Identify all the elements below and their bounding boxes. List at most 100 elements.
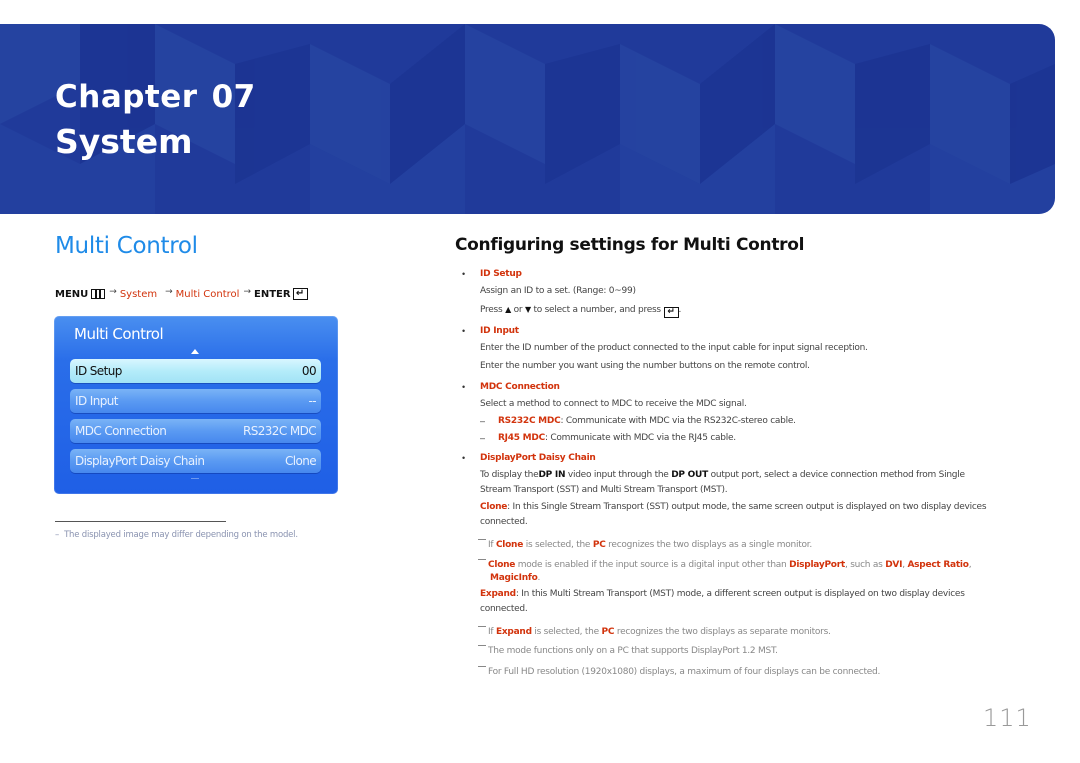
osd-item-displayport-daisy-chain[interactable]: DisplayPort Daisy Chain Clone bbox=[70, 449, 321, 473]
text: To display the bbox=[480, 470, 539, 480]
option-desc: : Communicate with MDC via the RS232C-st… bbox=[560, 416, 796, 426]
footnote-divider bbox=[55, 521, 226, 522]
note-icon bbox=[478, 626, 486, 627]
arrow-icon: → bbox=[165, 287, 173, 297]
text: The mode functions only on a PC that sup… bbox=[488, 646, 778, 656]
note-expand-separate: If Expand is selected, the PC recognizes… bbox=[478, 626, 831, 637]
text: output port, select a device connection … bbox=[708, 470, 965, 480]
footnote-dash: – bbox=[55, 530, 60, 540]
text: If bbox=[488, 627, 496, 637]
dp-out-label: DP OUT bbox=[671, 470, 709, 480]
clone-label: Clone bbox=[480, 502, 508, 512]
text: DisplayPort bbox=[789, 560, 845, 570]
menu-breadcrumb: MENU → System → Multi Control → ENTER ↵ bbox=[55, 287, 308, 300]
text: : In this Single Stream Transport (SST) … bbox=[507, 502, 987, 512]
osd-menu-panel: Multi Control ID Setup 00 ID Input -- MD… bbox=[54, 316, 338, 494]
clone-desc: Clone: In this Single Stream Transport (… bbox=[480, 502, 987, 512]
text: is selected, the bbox=[531, 627, 602, 637]
text: to select a number, and press bbox=[533, 305, 661, 315]
id-setup-instructions: Press ▲ or ▼ to select a number, and pre… bbox=[480, 305, 682, 318]
chapter-banner: Chapter 07 System bbox=[0, 24, 1055, 214]
text: Clone bbox=[495, 540, 524, 550]
id-input-desc-1: Enter the ID number of the product conne… bbox=[480, 343, 868, 353]
osd-title: Multi Control bbox=[74, 325, 164, 343]
note-clone-enabled-line2: MagicInfo. bbox=[490, 573, 540, 583]
down-arrow-icon: ▼ bbox=[524, 305, 531, 314]
note-mst-support: The mode functions only on a PC that sup… bbox=[478, 645, 778, 656]
note-full-hd-max: For Full HD resolution (1920x1080) displ… bbox=[478, 666, 880, 677]
cube-pattern bbox=[0, 24, 1055, 214]
text: PC bbox=[592, 540, 606, 550]
chapter-word: Chapter bbox=[55, 79, 198, 115]
section-heading: Configuring settings for Multi Control bbox=[455, 235, 805, 255]
text: mode is enabled if the input source is a… bbox=[515, 560, 790, 570]
expand-desc: Expand: In this Multi Stream Transport (… bbox=[480, 589, 965, 599]
bullet-icon: • bbox=[462, 382, 466, 392]
breadcrumb-enter: ENTER bbox=[254, 288, 291, 300]
bullet-icon: • bbox=[462, 453, 466, 463]
chapter-title: System bbox=[55, 122, 193, 161]
text: is selected, the bbox=[523, 540, 593, 550]
osd-item-value: 00 bbox=[301, 364, 317, 378]
osd-item-label: ID Input bbox=[75, 394, 118, 408]
dash-icon: – bbox=[480, 416, 486, 426]
scroll-down-icon[interactable] bbox=[191, 478, 199, 479]
text: , such as bbox=[844, 560, 886, 570]
osd-item-id-input[interactable]: ID Input -- bbox=[70, 389, 321, 413]
text: Expand bbox=[495, 627, 532, 637]
mdc-desc: Select a method to connect to MDC to rec… bbox=[480, 399, 747, 409]
osd-item-label: MDC Connection bbox=[75, 424, 167, 438]
osd-item-mdc-connection[interactable]: MDC Connection RS232C MDC bbox=[70, 419, 321, 443]
note-clone-enabled: Clone mode is enabled if the input sourc… bbox=[478, 559, 972, 570]
chapter-number: 07 bbox=[211, 79, 256, 115]
section-title: Multi Control bbox=[55, 233, 198, 259]
text: recognizes the two displays as separate … bbox=[614, 627, 831, 637]
footnote: – The displayed image may differ dependin… bbox=[55, 530, 298, 540]
text: DVI bbox=[885, 560, 903, 570]
dp-desc-line1: To display theDP IN video input through … bbox=[480, 470, 965, 480]
mdc-option-rj45: RJ45 MDC: Communicate with MDC via the R… bbox=[498, 433, 736, 443]
item-title-mdc-connection: MDC Connection bbox=[480, 382, 560, 392]
text: . bbox=[537, 573, 541, 583]
osd-item-value: RS232C MDC bbox=[242, 424, 317, 438]
text: , bbox=[968, 560, 972, 570]
chapter-label: Chapter 07 bbox=[55, 79, 256, 115]
scroll-up-icon[interactable] bbox=[191, 349, 199, 354]
text: or bbox=[513, 305, 523, 315]
option-desc: : Communicate with MDC via the RJ45 cabl… bbox=[544, 433, 736, 443]
arrow-icon: → bbox=[243, 287, 251, 297]
text: PC bbox=[601, 627, 615, 637]
footnote-text: The displayed image may differ depending… bbox=[64, 530, 298, 540]
osd-item-value: Clone bbox=[284, 454, 317, 468]
breadcrumb-multi-control: Multi Control bbox=[175, 288, 240, 300]
text: video input through the bbox=[565, 470, 672, 480]
note-icon bbox=[478, 666, 486, 667]
text: : In this Multi Stream Transport (MST) m… bbox=[515, 589, 965, 599]
clone-desc-line2: connected. bbox=[480, 517, 528, 527]
arrow-icon: → bbox=[109, 287, 117, 297]
note-icon bbox=[478, 539, 486, 540]
text: . bbox=[678, 305, 682, 315]
osd-item-label: ID Setup bbox=[75, 364, 122, 378]
osd-item-label: DisplayPort Daisy Chain bbox=[75, 454, 205, 468]
dash-icon: – bbox=[480, 433, 486, 443]
item-title-dp-daisy-chain: DisplayPort Daisy Chain bbox=[480, 453, 596, 463]
bullet-icon: • bbox=[462, 269, 466, 279]
osd-item-id-setup[interactable]: ID Setup 00 bbox=[70, 359, 321, 383]
text: Aspect Ratio bbox=[907, 560, 969, 570]
text: If bbox=[488, 540, 496, 550]
note-clone-single-monitor: If Clone is selected, the PC recognizes … bbox=[478, 539, 812, 550]
option-name: RS232C MDC bbox=[498, 416, 561, 426]
option-name: RJ45 MDC bbox=[498, 433, 545, 443]
breadcrumb-menu: MENU bbox=[55, 288, 89, 300]
enter-icon: ↵ bbox=[292, 288, 308, 300]
up-arrow-icon: ▲ bbox=[505, 305, 511, 314]
text: For Full HD resolution (1920x1080) displ… bbox=[488, 667, 881, 677]
item-title-id-setup: ID Setup bbox=[480, 269, 522, 279]
dp-in-label: DP IN bbox=[538, 470, 566, 480]
breadcrumb-system: System bbox=[119, 288, 158, 300]
id-setup-desc: Assign an ID to a set. (Range: 0~99) bbox=[480, 286, 636, 296]
note-icon bbox=[478, 645, 486, 646]
dp-desc-line2: Stream Transport (SST) and Multi Stream … bbox=[480, 485, 728, 495]
text: Clone bbox=[488, 560, 516, 570]
